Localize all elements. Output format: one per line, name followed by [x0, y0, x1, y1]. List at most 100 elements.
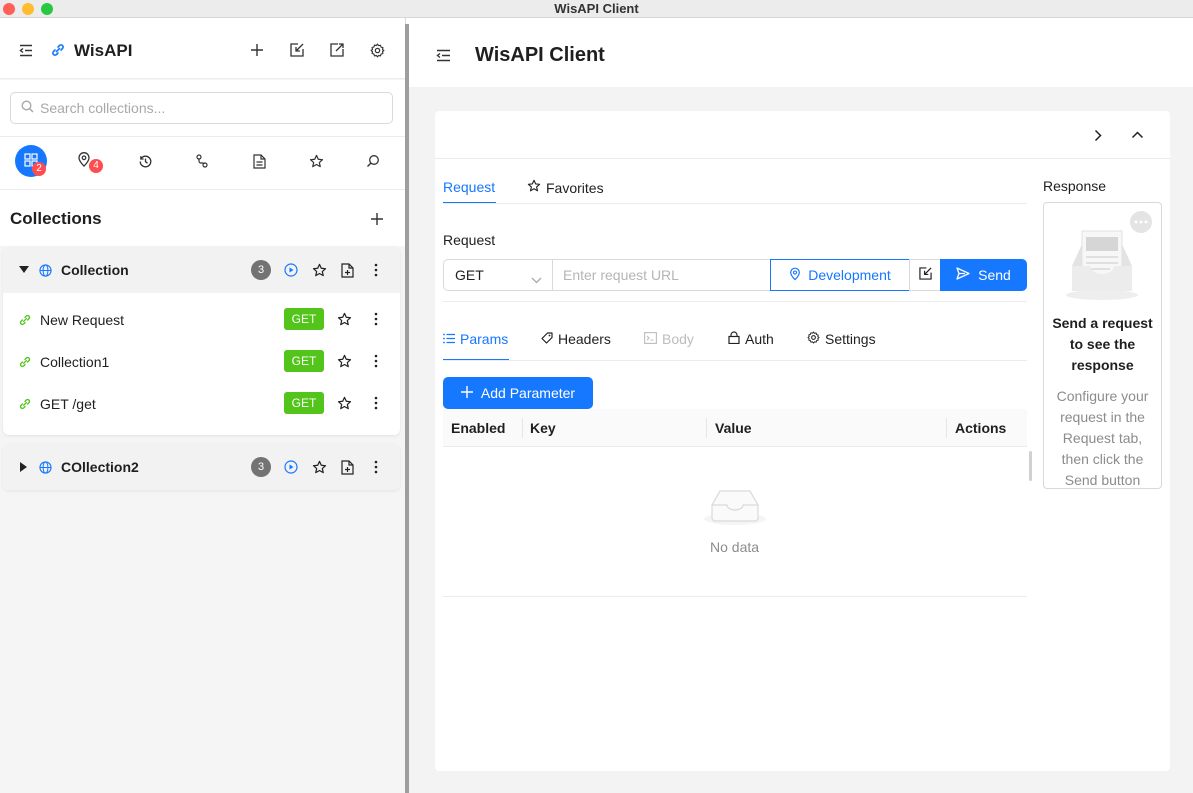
caret-right-icon[interactable] — [17, 460, 31, 474]
nav-collections[interactable]: 2 — [15, 145, 47, 177]
request-item[interactable]: Collection1 GET — [3, 341, 400, 383]
star-icon[interactable] — [336, 311, 352, 327]
more-icon[interactable] — [368, 459, 384, 475]
add-icon[interactable] — [247, 40, 267, 60]
zoom-window-button[interactable] — [41, 3, 53, 15]
request-item[interactable]: GET /get GET — [3, 383, 400, 425]
send-icon — [956, 267, 970, 283]
tab-settings-label: Settings — [825, 331, 876, 347]
collapse-sidebar-icon[interactable] — [16, 40, 36, 60]
collection-name: COllection2 — [61, 459, 139, 475]
list-icon — [443, 331, 455, 347]
method-tag: GET — [284, 350, 324, 372]
send-label: Send — [978, 267, 1011, 283]
run-collection-icon[interactable] — [283, 262, 299, 278]
star-icon[interactable] — [336, 395, 352, 411]
collection-group-header[interactable]: Collection 3 — [3, 247, 400, 293]
add-file-icon[interactable] — [339, 262, 355, 278]
sidebar-header: WisAPI — [0, 18, 405, 79]
search-input[interactable] — [40, 100, 360, 116]
tab-divider — [443, 203, 1027, 204]
link-logo-icon — [48, 40, 68, 60]
response-panel: Send a request to see the response Confi… — [1043, 202, 1162, 489]
gear-icon[interactable] — [367, 40, 387, 60]
tab-headers[interactable]: Headers — [541, 331, 611, 347]
request-count-badge: 3 — [251, 457, 271, 477]
collection-group-header[interactable]: COllection2 3 — [3, 444, 400, 490]
params-table-header: Enabled Key Value Actions — [443, 409, 1027, 447]
gear-icon — [807, 331, 820, 347]
response-empty-title: Send a request to see the response — [1052, 315, 1153, 373]
environment-button[interactable]: Development — [770, 259, 910, 291]
more-icon[interactable] — [368, 262, 384, 278]
empty-inbox-icon — [703, 484, 767, 529]
star-icon[interactable] — [311, 262, 327, 278]
location-pin-icon — [789, 267, 801, 284]
method-select[interactable]: GET — [443, 259, 553, 291]
link-icon — [17, 354, 33, 370]
nav-environments[interactable]: 4 — [74, 151, 103, 173]
search-icon[interactable] — [363, 151, 383, 171]
tab-request[interactable]: Request — [443, 179, 495, 195]
add-parameter-label: Add Parameter — [480, 385, 576, 401]
star-icon[interactable] — [311, 459, 327, 475]
edit-icon — [918, 267, 932, 283]
minimize-window-button[interactable] — [22, 3, 34, 15]
app-name: WisAPI — [74, 41, 133, 60]
add-collection-icon[interactable] — [367, 209, 387, 229]
star-icon[interactable] — [336, 353, 352, 369]
history-icon[interactable] — [135, 151, 155, 171]
tab-settings[interactable]: Settings — [807, 331, 876, 347]
caret-down-icon[interactable] — [17, 263, 31, 277]
url-input[interactable] — [563, 267, 763, 283]
sub-tab-divider — [443, 360, 1027, 361]
collection-group: Collection 3 New Request GET Collection1… — [3, 247, 400, 435]
request-item[interactable]: New Request GET — [3, 299, 400, 341]
table-scrollbar[interactable] — [1029, 451, 1032, 481]
add-parameter-button[interactable]: Add Parameter — [443, 377, 593, 409]
empty-state-text: No data — [710, 539, 760, 555]
collection-group: COllection2 3 — [3, 444, 400, 490]
run-collection-icon[interactable] — [283, 459, 299, 475]
add-file-icon[interactable] — [339, 459, 355, 475]
send-button[interactable]: Send — [940, 259, 1027, 291]
more-icon[interactable] — [368, 311, 384, 327]
table-bottom-divider — [443, 596, 1027, 597]
toggle-sidebar-icon[interactable] — [433, 45, 453, 65]
lock-icon — [728, 331, 740, 347]
document-icon[interactable] — [249, 151, 269, 171]
close-window-button[interactable] — [3, 3, 15, 15]
tab-favorites[interactable]: Favorites — [527, 179, 604, 196]
tab-request-label: Request — [443, 179, 496, 195]
tab-headers-label: Headers — [558, 331, 611, 347]
star-icon[interactable] — [306, 151, 326, 171]
more-icon[interactable] — [368, 353, 384, 369]
tab-params[interactable]: Params — [443, 331, 508, 347]
export-icon[interactable] — [327, 40, 347, 60]
sidebar: WisAPI 2 — [0, 18, 406, 793]
link-icon — [17, 312, 33, 328]
window-titlebar: WisAPI Client — [0, 0, 1193, 18]
tag-icon — [541, 331, 553, 347]
request-name: GET /get — [40, 396, 96, 412]
more-icon[interactable] — [368, 395, 384, 411]
window-title: WisAPI Client — [554, 1, 639, 16]
import-icon[interactable] — [287, 40, 307, 60]
card-toolbar — [435, 111, 1170, 159]
tab-auth[interactable]: Auth — [728, 331, 774, 347]
api-chain-icon[interactable] — [192, 151, 212, 171]
method-tag: GET — [284, 308, 324, 330]
globe-icon — [38, 263, 52, 277]
chevron-up-icon[interactable] — [1128, 126, 1146, 144]
tab-body[interactable]: Body — [644, 331, 694, 347]
chevron-right-icon[interactable] — [1089, 126, 1107, 144]
edit-environment-button[interactable] — [909, 259, 941, 291]
main-panel: WisAPI Client Request Favorites Request … — [409, 18, 1193, 793]
column-value: Value — [715, 420, 752, 436]
chevron-down-icon — [531, 271, 542, 287]
tab-favorites-label: Favorites — [546, 179, 604, 196]
column-actions: Actions — [955, 420, 1007, 436]
column-separator — [522, 418, 523, 438]
link-icon — [17, 396, 33, 412]
tab-body-label: Body — [662, 331, 694, 347]
